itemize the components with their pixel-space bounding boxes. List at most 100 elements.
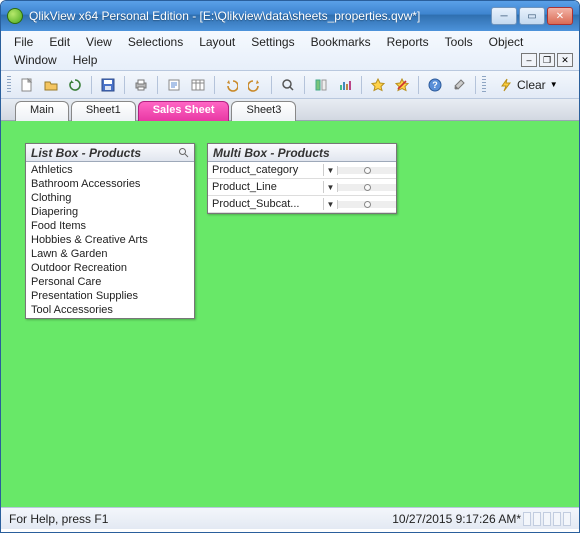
undo-icon[interactable] <box>221 75 241 95</box>
listbox-item[interactable]: Clothing <box>26 191 194 205</box>
tools-icon[interactable] <box>449 75 469 95</box>
listbox-item[interactable]: Presentation Supplies <box>26 289 194 303</box>
refresh-icon[interactable] <box>65 75 85 95</box>
tab-sheet3[interactable]: Sheet3 <box>231 101 296 121</box>
window-frame: QlikView x64 Personal Edition - [E:\Qlik… <box>0 0 580 533</box>
toolbar-grip[interactable] <box>482 76 486 94</box>
value-indicator-icon <box>364 201 371 208</box>
search-icon[interactable] <box>278 75 298 95</box>
listbox-item[interactable]: Tool Accessories <box>26 303 194 317</box>
toolbar-separator <box>214 76 215 94</box>
multibox-field-label: Product_Subcat... <box>208 198 324 210</box>
sheet-canvas[interactable]: List Box - Products AthleticsBathroom Ac… <box>1 121 579 507</box>
listbox-item[interactable]: Personal Care <box>26 275 194 289</box>
reload-icon[interactable] <box>164 75 184 95</box>
mdi-close-button[interactable]: ✕ <box>557 53 573 67</box>
multibox-title: Multi Box - Products <box>213 146 330 160</box>
listbox-item[interactable]: Athletics <box>26 163 194 177</box>
value-indicator-icon <box>364 167 371 174</box>
listbox-item[interactable]: Hobbies & Creative Arts <box>26 233 194 247</box>
status-cell <box>523 512 531 526</box>
window-title: QlikView x64 Personal Edition - [E:\Qlik… <box>29 9 491 23</box>
multibox-products[interactable]: Multi Box - Products Product_category▼Pr… <box>207 143 397 214</box>
listbox-caption[interactable]: List Box - Products <box>26 144 194 162</box>
menubar: File Edit View Selections Layout Setting… <box>1 31 579 71</box>
bookmark-remove-icon[interactable] <box>392 75 412 95</box>
listbox-item[interactable]: Food Items <box>26 219 194 233</box>
toolbar-separator <box>475 76 476 94</box>
mdi-restore-button[interactable]: ❐ <box>539 53 555 67</box>
menu-help[interactable]: Help <box>66 52 105 68</box>
listbox-body: AthleticsBathroom AccessoriesClothingDia… <box>26 162 194 318</box>
toolbar-separator <box>157 76 158 94</box>
multibox-field-label: Product_category <box>208 164 324 176</box>
listbox-title: List Box - Products <box>31 146 141 160</box>
menu-tools[interactable]: Tools <box>438 34 480 50</box>
listbox-products[interactable]: List Box - Products AthleticsBathroom Ac… <box>25 143 195 319</box>
selections-icon[interactable] <box>311 75 331 95</box>
multibox-value[interactable] <box>338 201 396 208</box>
menu-window[interactable]: Window <box>7 52 64 68</box>
dropdown-arrow-icon[interactable]: ▼ <box>324 166 338 175</box>
menu-bookmarks[interactable]: Bookmarks <box>304 34 378 50</box>
titlebar[interactable]: QlikView x64 Personal Edition - [E:\Qlik… <box>1 1 579 31</box>
status-timestamp: 10/27/2015 9:17:26 AM* <box>392 512 521 526</box>
menu-view[interactable]: View <box>79 34 119 50</box>
bookmark-add-icon[interactable] <box>368 75 388 95</box>
toolbar: ? Clear ▼ <box>1 71 579 99</box>
multibox-row[interactable]: Product_Line▼ <box>208 179 396 196</box>
sheet-tabbar: Main Sheet1 Sales Sheet Sheet3 <box>1 99 579 121</box>
dropdown-arrow-icon: ▼ <box>550 80 558 89</box>
window-controls: ─ ▭ ✕ <box>491 7 573 25</box>
multibox-value[interactable] <box>338 184 396 191</box>
multibox-caption[interactable]: Multi Box - Products <box>208 144 396 162</box>
tab-sheet1[interactable]: Sheet1 <box>71 101 136 121</box>
print-icon[interactable] <box>131 75 151 95</box>
listbox-item[interactable]: Outdoor Recreation <box>26 261 194 275</box>
open-icon[interactable] <box>41 75 61 95</box>
maximize-button[interactable]: ▭ <box>519 7 545 25</box>
mdi-minimize-button[interactable]: – <box>521 53 537 67</box>
status-cell <box>553 512 561 526</box>
tab-sales-sheet[interactable]: Sales Sheet <box>138 101 230 121</box>
menu-row-1: File Edit View Selections Layout Setting… <box>7 33 573 51</box>
status-cell <box>563 512 571 526</box>
listbox-item[interactable]: Lawn & Garden <box>26 247 194 261</box>
dropdown-arrow-icon[interactable]: ▼ <box>324 200 338 209</box>
toolbar-separator <box>271 76 272 94</box>
redo-icon[interactable] <box>245 75 265 95</box>
menu-edit[interactable]: Edit <box>42 34 77 50</box>
listbox-item[interactable]: Diapering <box>26 205 194 219</box>
multibox-value[interactable] <box>338 167 396 174</box>
clear-selections[interactable]: Clear ▼ <box>492 77 565 93</box>
dropdown-arrow-icon[interactable]: ▼ <box>324 183 338 192</box>
menu-selections[interactable]: Selections <box>121 34 190 50</box>
help-icon[interactable]: ? <box>425 75 445 95</box>
menu-object[interactable]: Object <box>482 34 531 50</box>
toolbar-separator <box>418 76 419 94</box>
status-help-text: For Help, press F1 <box>9 512 108 526</box>
toolbar-grip[interactable] <box>7 76 11 94</box>
toolbar-separator <box>124 76 125 94</box>
menu-reports[interactable]: Reports <box>380 34 436 50</box>
app-icon <box>7 8 23 24</box>
search-icon[interactable] <box>178 147 189 158</box>
tab-main[interactable]: Main <box>15 101 69 121</box>
chart-icon[interactable] <box>335 75 355 95</box>
clear-label: Clear <box>517 78 546 92</box>
table-icon[interactable] <box>188 75 208 95</box>
multibox-row[interactable]: Product_category▼ <box>208 162 396 179</box>
status-cell <box>543 512 551 526</box>
new-icon[interactable] <box>17 75 37 95</box>
menu-file[interactable]: File <box>7 34 40 50</box>
mdi-controls: – ❐ ✕ <box>521 53 573 67</box>
statusbar: For Help, press F1 10/27/2015 9:17:26 AM… <box>1 507 579 529</box>
menu-layout[interactable]: Layout <box>192 34 242 50</box>
listbox-item[interactable]: Bathroom Accessories <box>26 177 194 191</box>
menu-settings[interactable]: Settings <box>244 34 301 50</box>
multibox-field-label: Product_Line <box>208 181 324 193</box>
close-button[interactable]: ✕ <box>547 7 573 25</box>
save-icon[interactable] <box>98 75 118 95</box>
multibox-row[interactable]: Product_Subcat...▼ <box>208 196 396 213</box>
minimize-button[interactable]: ─ <box>491 7 517 25</box>
